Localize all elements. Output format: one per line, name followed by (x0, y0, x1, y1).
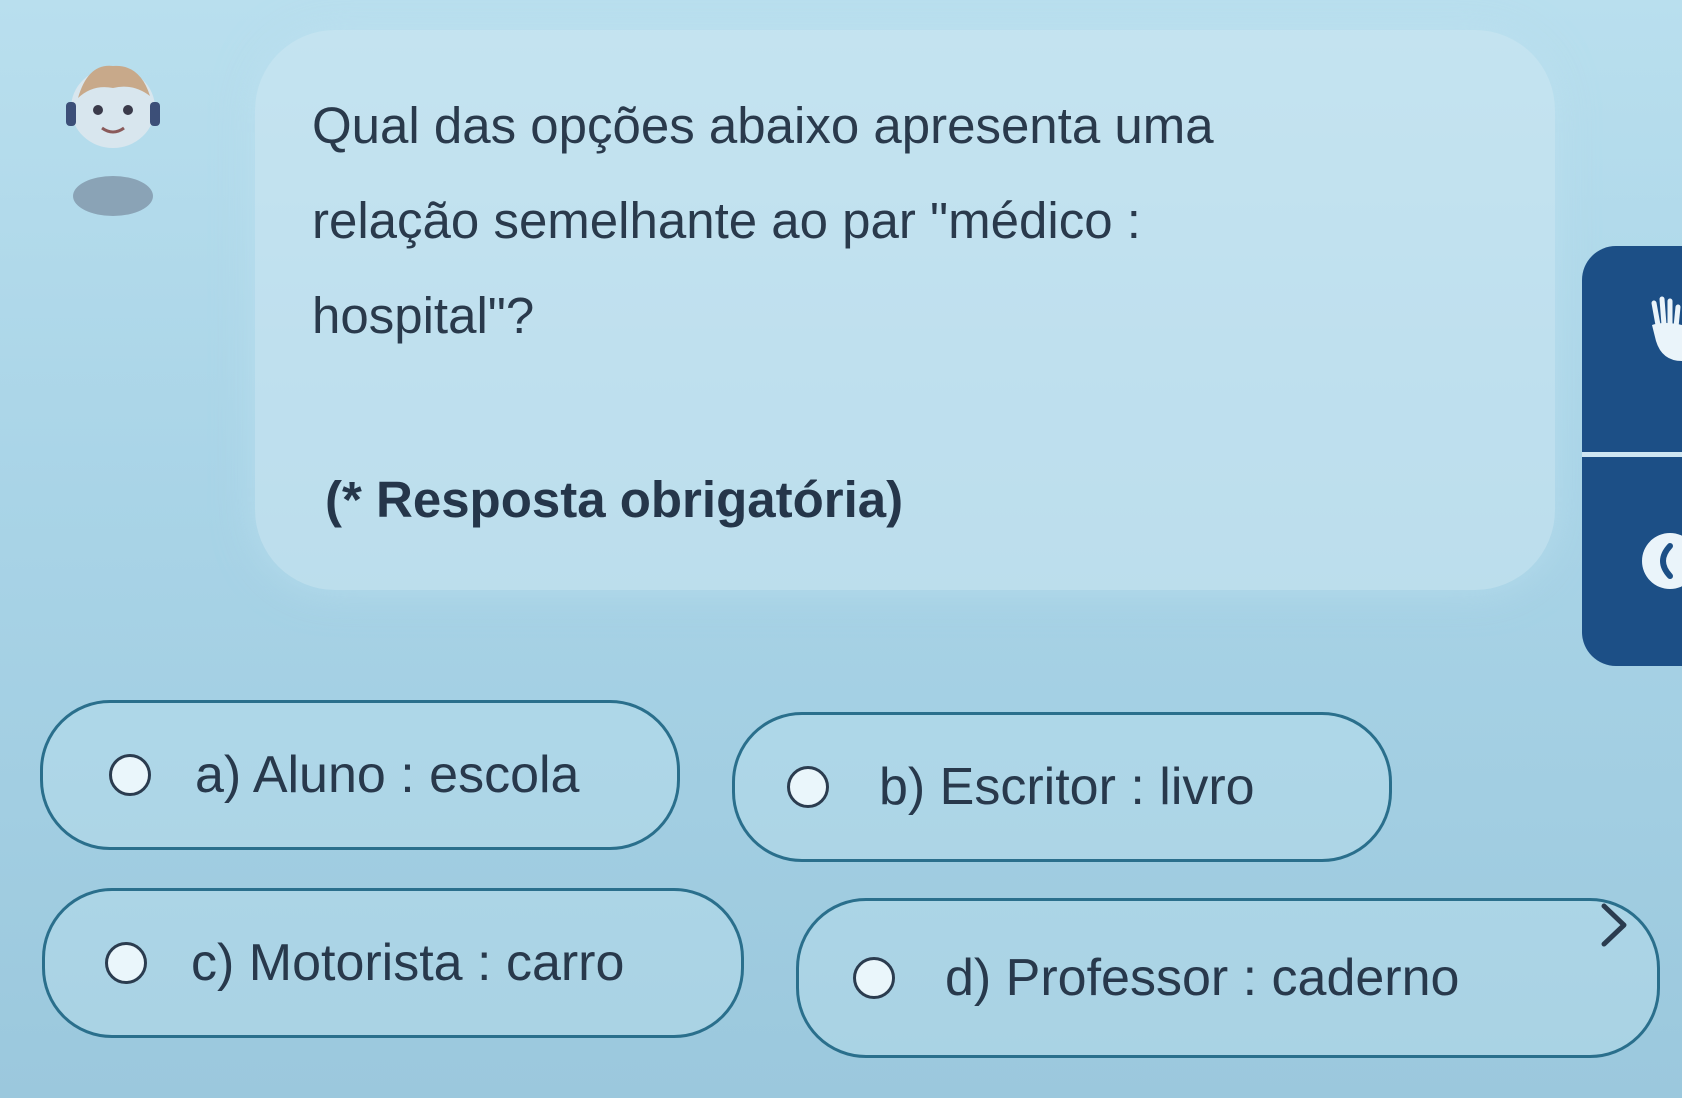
option-a[interactable]: a) Aluno : escola (40, 700, 680, 850)
option-d-radio[interactable] (853, 957, 895, 999)
option-c[interactable]: c) Motorista : carro (42, 888, 744, 1038)
hand-icon[interactable] (1648, 295, 1682, 365)
option-c-radio[interactable] (105, 942, 147, 984)
option-b[interactable]: b) Escritor : livro (732, 712, 1392, 862)
side-panel-divider (1582, 452, 1682, 457)
option-b-label: b) Escritor : livro (879, 758, 1255, 816)
option-a-label: a) Aluno : escola (195, 746, 580, 804)
required-note: (* Resposta obrigatória) (325, 471, 904, 528)
option-b-radio[interactable] (787, 766, 829, 808)
option-c-label: c) Motorista : carro (191, 934, 625, 992)
option-d[interactable]: d) Professor : caderno (796, 898, 1660, 1058)
character-avatar-icon (66, 65, 160, 216)
option-d-label: d) Professor : caderno (945, 949, 1460, 1007)
question-text: Qual das opções abaixo apresenta uma rel… (312, 97, 1214, 344)
option-a-radio[interactable] (109, 754, 151, 796)
chevron-right-icon[interactable] (1596, 900, 1632, 950)
circle-arrow-icon[interactable] (1630, 526, 1682, 596)
